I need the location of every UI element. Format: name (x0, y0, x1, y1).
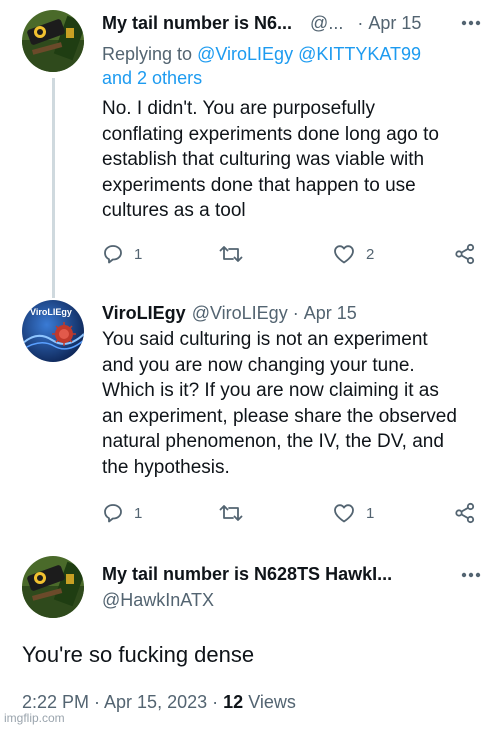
avatar-hawkinatx[interactable] (22, 556, 84, 618)
retweet-icon (219, 246, 243, 262)
tweet-actions: 1 2 (102, 243, 480, 269)
tweet-text-line: experiments done that happen to use (102, 174, 416, 196)
share-icon (455, 502, 475, 524)
share-button[interactable] (454, 502, 476, 524)
retweet-button[interactable] (218, 502, 244, 524)
tweet-date[interactable]: Apr 15 (368, 13, 421, 34)
reply-count: 1 (134, 504, 143, 522)
retweet-icon (219, 505, 243, 521)
tweet-text-line: an experiment, please share the observed (102, 405, 457, 427)
tweet-1[interactable]: My tail number is N6... @... · Apr 15 Re… (0, 0, 500, 290)
like-button[interactable]: 2 (332, 243, 374, 265)
separator-dot: · (292, 302, 299, 323)
tweet-text-line: conflating experiments done long ago to (102, 123, 439, 145)
views-count: 12 (223, 692, 244, 712)
tweet-text: No. I didn't. You are purposefully confl… (102, 96, 470, 224)
tweet-text: You said culturing is not an experiment … (102, 327, 470, 481)
views-label: Views (248, 692, 296, 712)
avatar-virolieGy[interactable]: ViroLIEgy (22, 300, 84, 362)
like-button[interactable]: 1 (332, 502, 374, 524)
thread-line (52, 290, 55, 298)
tweet-text-line: You said culturing is not an experiment (102, 329, 428, 350)
like-icon (334, 245, 354, 264)
timestamp[interactable]: 2:22 PM · Apr 15, 2023 · (22, 692, 218, 712)
share-button[interactable] (454, 243, 476, 265)
reply-icon (104, 245, 122, 264)
tweet-text-line: the hypothesis. (102, 456, 230, 478)
tweet-text-line: and you are now changing your tune. (102, 354, 415, 376)
replying-others-link[interactable]: and 2 others (102, 68, 202, 88)
like-count: 1 (366, 504, 375, 522)
tweet-2[interactable]: ViroLIEgy ViroLIEgy @ViroLIEgy · Apr 15 … (0, 290, 500, 550)
tweet-text-line: establish that culturing was viable with (102, 149, 425, 171)
separator-dot: · (357, 12, 364, 33)
tweet-date[interactable]: Apr 15 (304, 303, 357, 324)
watermark: imgflip.com (4, 711, 65, 725)
tweet-text-line: Which is it? If you are now claiming it … (102, 380, 439, 402)
reply-button[interactable]: 1 (102, 502, 142, 524)
thread-line (52, 78, 55, 290)
like-count: 2 (366, 245, 375, 263)
tweet-text-line: cultures as a tool (102, 200, 246, 222)
tweet-meta: 2:22 PM · Apr 15, 2023 · 12 Views (22, 692, 296, 713)
replying-users-link[interactable]: @ViroLIEgy @KITTYKAT99 (197, 44, 421, 64)
display-name[interactable]: My tail number is N6... (102, 13, 292, 34)
tweet-header: My tail number is N6... @... · Apr 15 (102, 10, 484, 36)
tweet-header: ViroLIEgy @ViroLIEgy · Apr 15 (102, 300, 484, 326)
like-icon (334, 504, 354, 523)
main-tweet-text: You're so fucking dense (22, 642, 255, 667)
reply-button[interactable]: 1 (102, 243, 142, 265)
handle[interactable]: @HawkInATX (102, 590, 214, 611)
display-name[interactable]: My tail number is N628TS HawkI... (102, 564, 392, 585)
tweet-actions: 1 1 (102, 502, 480, 528)
share-icon (455, 243, 475, 265)
more-icon[interactable] (458, 562, 484, 588)
display-name[interactable]: ViroLIEgy (102, 303, 186, 324)
handle[interactable]: @... (310, 13, 343, 34)
retweet-button[interactable] (218, 243, 244, 265)
more-icon[interactable] (458, 10, 484, 36)
reply-icon (104, 504, 122, 523)
handle[interactable]: @ViroLIEgy (192, 303, 288, 324)
replying-prefix: Replying to (102, 44, 193, 64)
tweet-text-line: natural phenomenon, the IV, the DV, and (102, 431, 444, 453)
reply-count: 1 (134, 245, 143, 263)
avatar-hawkinatx[interactable] (22, 10, 84, 72)
replying-to: Replying to @ViroLIEgy @KITTYKAT99 and 2… (102, 42, 470, 90)
tweet-text-line: No. I didn't. You are purposefully (102, 98, 375, 119)
avatar-text: ViroLIEgy (30, 307, 72, 317)
main-tweet[interactable]: My tail number is N628TS HawkI... @HawkI… (0, 550, 500, 730)
